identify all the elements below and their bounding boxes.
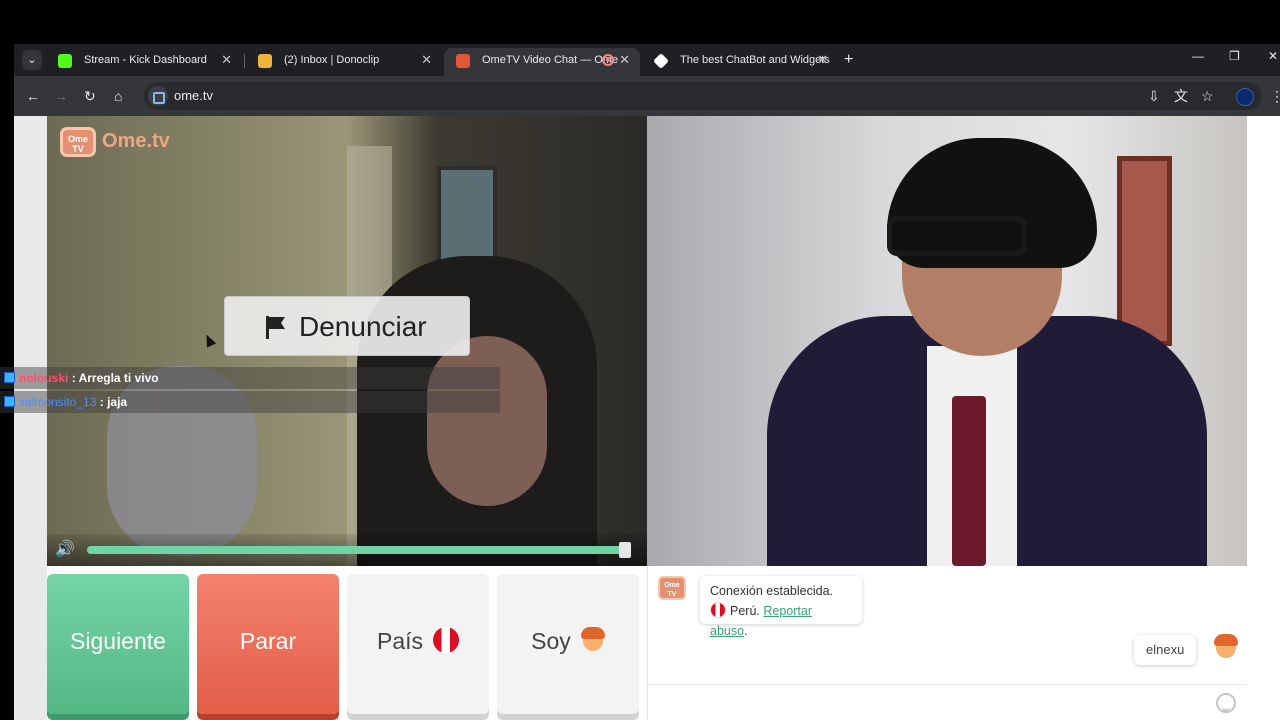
mouse-cursor xyxy=(201,332,217,348)
country-button[interactable]: País xyxy=(347,574,489,714)
tab-ometv[interactable]: OmeTV Video Chat — Ome ✕ xyxy=(444,48,640,76)
emoji-icon[interactable] xyxy=(1216,693,1236,713)
tab-chatbot-widgets[interactable]: The best ChatBot and Widgets ✕ xyxy=(642,48,838,76)
gender-button[interactable]: Soy xyxy=(497,574,639,714)
boy-avatar-icon xyxy=(1214,634,1242,664)
profile-avatar[interactable] xyxy=(1236,88,1254,106)
ometv-page: Ome TV Ome.tv Denunciar 🔊 nolouski : Arr… xyxy=(0,116,1280,720)
flag-icon xyxy=(266,316,285,339)
reload-icon[interactable]: ↻ xyxy=(84,86,96,106)
install-app-icon[interactable]: ⇩ xyxy=(1148,86,1160,106)
page-right-margin xyxy=(1247,116,1280,720)
browser-toolbar: ← → ↻ ⌂ ome.tv ⇩ 文 ☆ ⋮ xyxy=(14,76,1280,116)
tab-divider xyxy=(244,54,245,68)
user-chat-message: elnexu xyxy=(1134,635,1197,665)
browser-chrome: ⌄ Stream - Kick Dashboard ✕ (2) Inbox | … xyxy=(14,44,1280,116)
stream-chat-line: salmonsito_13 : jaja xyxy=(0,391,500,413)
country-line: Perú. Reportar abuso. xyxy=(710,602,813,638)
report-button[interactable]: Denunciar xyxy=(224,296,470,356)
chat-message: : jaja xyxy=(99,395,128,409)
chat-username: salmonsito_13 xyxy=(19,395,97,409)
tab-kick-dashboard[interactable]: Stream - Kick Dashboard ✕ xyxy=(46,48,242,76)
botrix-icon xyxy=(653,53,669,69)
self-video xyxy=(647,116,1247,566)
ometv-chat-icon: Ome TV xyxy=(658,576,686,600)
minimize-icon[interactable]: — xyxy=(1192,49,1204,63)
translate-icon[interactable]: 文 xyxy=(1174,86,1188,106)
forward-icon[interactable]: → xyxy=(54,86,68,106)
bookmark-star-icon[interactable]: ☆ xyxy=(1201,86,1214,106)
video-figure xyxy=(952,396,986,566)
donoclip-icon xyxy=(258,54,272,68)
close-icon[interactable]: ✕ xyxy=(421,48,432,72)
chat-input[interactable] xyxy=(648,684,1248,720)
ometv-icon xyxy=(456,54,470,68)
tab-title: (2) Inbox | Donoclip xyxy=(284,54,380,66)
close-icon[interactable]: ✕ xyxy=(619,48,630,72)
tab-title: The best ChatBot and Widgets xyxy=(680,54,830,66)
close-icon[interactable]: ✕ xyxy=(817,48,828,72)
volume-slider[interactable] xyxy=(87,542,631,558)
report-button-label: Denunciar xyxy=(299,311,427,342)
home-icon[interactable]: ⌂ xyxy=(114,86,122,106)
volume-control: 🔊 xyxy=(47,534,647,566)
close-icon[interactable]: ✕ xyxy=(221,48,232,72)
chat-panel: Ome TV Conexión establecida. Perú. Repor… xyxy=(647,566,1248,720)
page-left-margin xyxy=(14,116,47,720)
peru-flag-icon xyxy=(433,627,460,653)
url-text[interactable]: ome.tv xyxy=(174,82,213,110)
kick-badge-icon xyxy=(4,396,15,407)
speaker-icon[interactable]: 🔊 xyxy=(55,540,79,560)
logo-text: Ome.tv xyxy=(102,130,170,152)
tab-donoclip-inbox[interactable]: (2) Inbox | Donoclip ✕ xyxy=(246,48,442,76)
system-message: Conexión establecida. Perú. Reportar abu… xyxy=(700,576,862,638)
country-button-label: País xyxy=(376,628,424,654)
restore-icon[interactable]: ❐ xyxy=(1229,49,1240,63)
gender-button-label: Soy xyxy=(531,628,571,654)
connection-status-text: Conexión establecida. xyxy=(710,584,833,598)
stream-chat-line: nolouski : Arregla ti vivo xyxy=(0,367,500,389)
menu-kebab-icon[interactable]: ⋮ xyxy=(1270,86,1280,106)
tab-strip: ⌄ Stream - Kick Dashboard ✕ (2) Inbox | … xyxy=(14,44,1280,76)
country-name: Perú. xyxy=(730,604,760,618)
stranger-video: Ome TV Ome.tv Denunciar 🔊 xyxy=(47,116,647,566)
logo-tv-icon: Ome TV xyxy=(60,127,96,157)
address-bar[interactable]: ome.tv ⇩ 文 ☆ xyxy=(144,82,1262,110)
video-figure xyxy=(887,216,1027,256)
volume-slider-fill xyxy=(87,546,627,554)
kick-badge-icon xyxy=(4,372,15,383)
tab-title: Stream - Kick Dashboard xyxy=(84,54,207,66)
video-background xyxy=(1117,156,1172,346)
kick-icon xyxy=(58,54,72,68)
tab-title: OmeTV Video Chat — Ome xyxy=(482,54,619,66)
window-close-icon[interactable]: ✕ xyxy=(1268,49,1278,63)
video-figure xyxy=(427,336,547,506)
next-button[interactable]: Siguiente xyxy=(47,574,189,714)
boy-icon xyxy=(580,627,605,653)
chat-message: : Arregla ti vivo xyxy=(71,371,159,385)
recording-icon xyxy=(602,54,614,66)
new-tab-button[interactable]: + xyxy=(844,50,853,70)
peru-flag-icon xyxy=(710,602,726,618)
stop-button-label: Parar xyxy=(239,628,297,654)
chat-username: nolouski xyxy=(19,371,69,385)
next-button-label: Siguiente xyxy=(70,628,166,654)
stop-button[interactable]: Parar xyxy=(197,574,339,714)
site-info-icon[interactable] xyxy=(148,86,168,106)
screen-top-bar xyxy=(0,0,1280,44)
tab-search-button[interactable]: ⌄ xyxy=(22,50,42,70)
back-icon[interactable]: ← xyxy=(26,86,40,106)
volume-slider-handle[interactable] xyxy=(619,542,631,558)
